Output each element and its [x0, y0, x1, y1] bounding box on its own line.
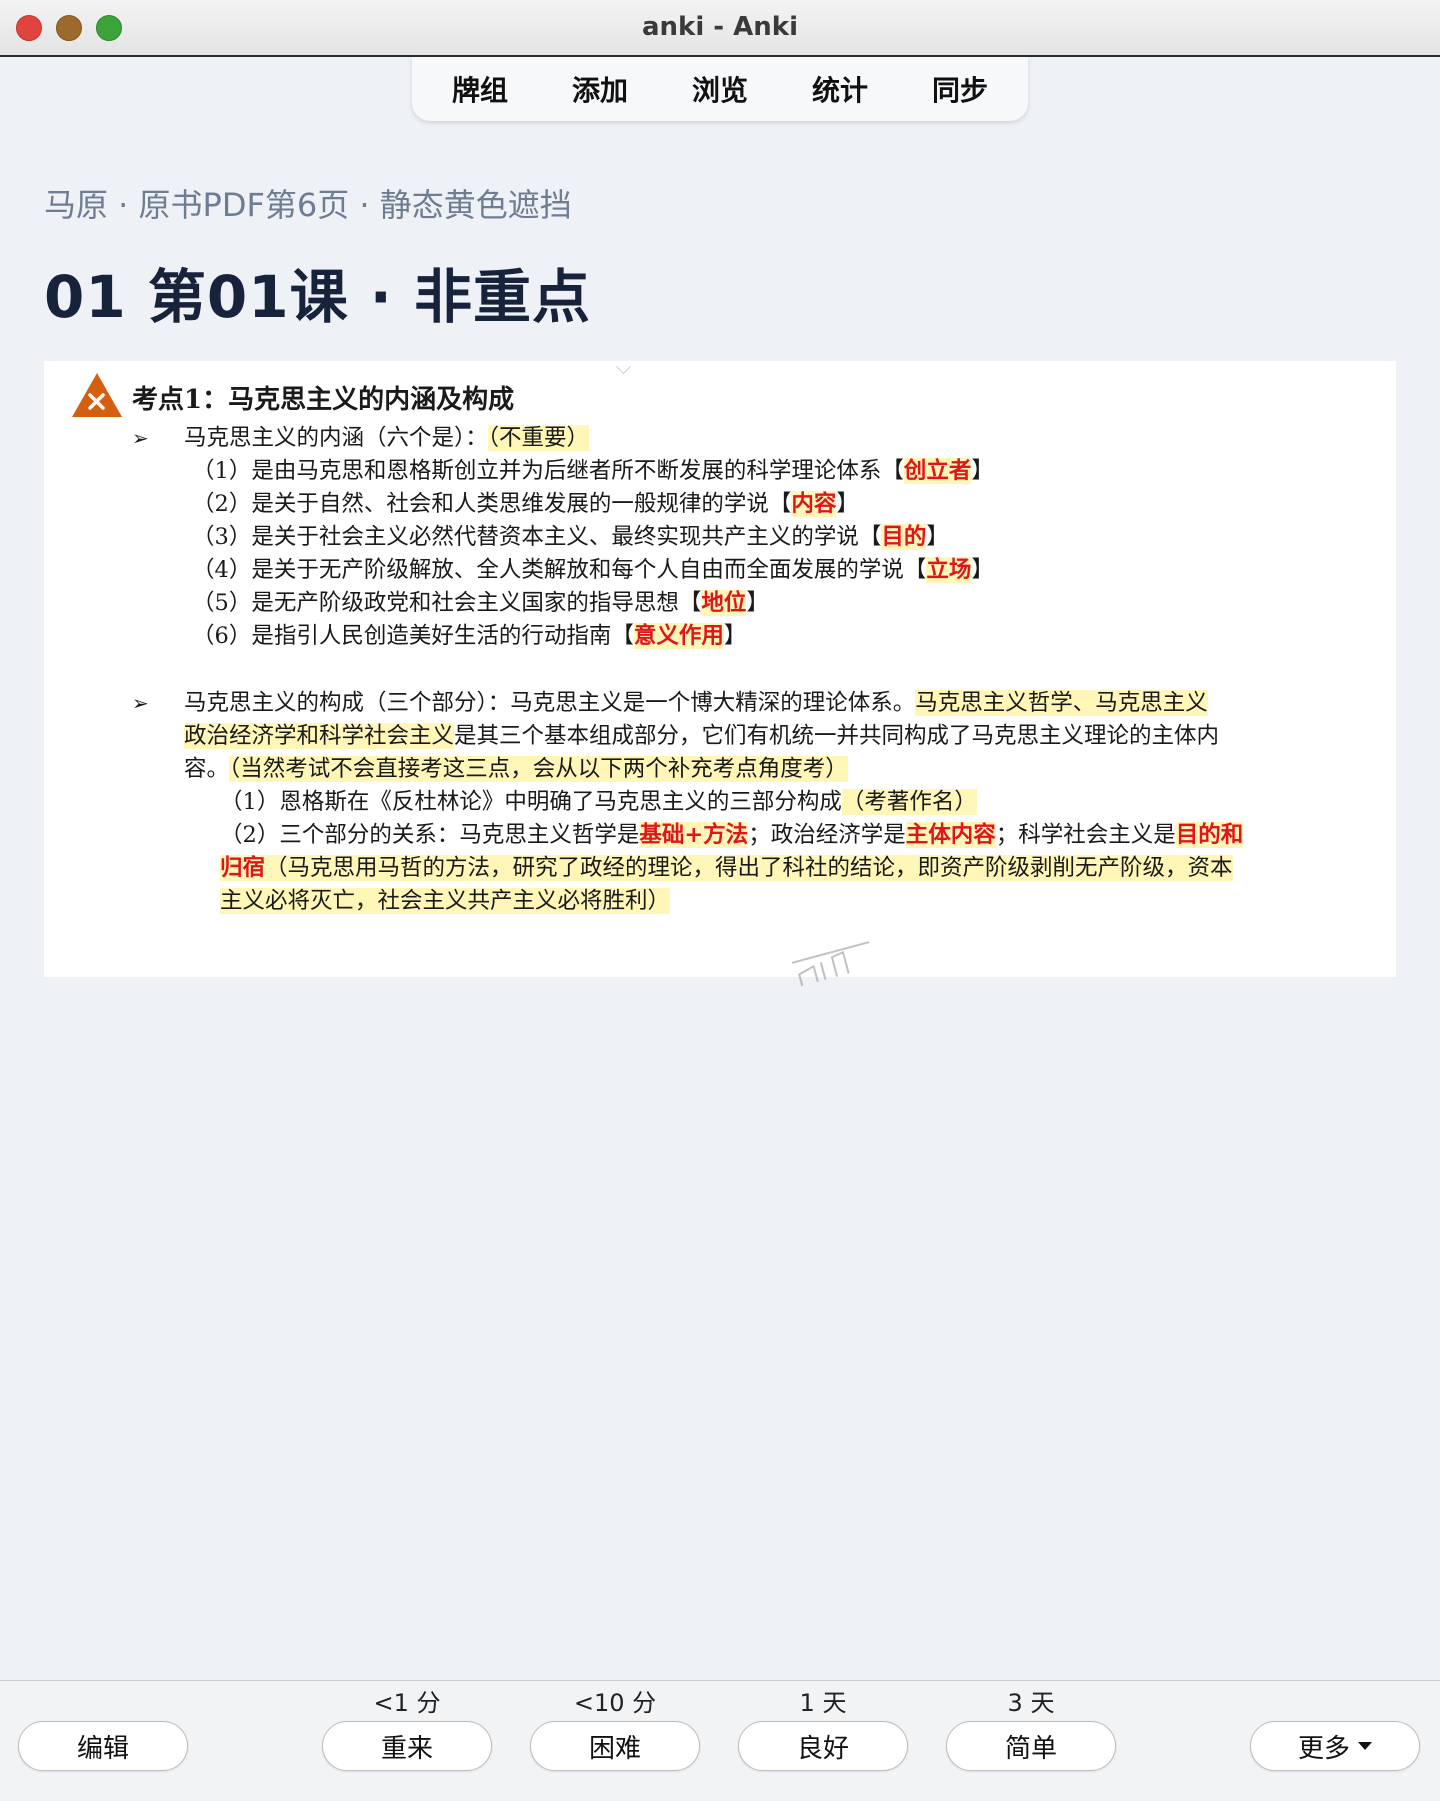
- section2-line: （2）三个部分的关系：马克思主义哲学是基础+方法；政治经济学是主体内容；科学社会…: [220, 822, 1244, 848]
- list-item: （1）是由马克思和恩格斯创立并为后继者所不断发展的科学理论体系【创立者】: [192, 458, 994, 484]
- edit-button[interactable]: 编辑: [18, 1721, 188, 1771]
- list-item: （4）是关于无产阶级解放、全人类解放和每个人自由而全面发展的学说【立场】: [192, 557, 994, 583]
- more-button[interactable]: 更多: [1250, 1721, 1420, 1771]
- window-title: anki - Anki: [642, 12, 798, 42]
- again-button[interactable]: 重来: [322, 1721, 492, 1771]
- bullet-icon: ➢: [132, 691, 149, 715]
- nav-decks[interactable]: 牌组: [420, 69, 540, 109]
- hard-button-label: 困难: [588, 1733, 641, 1764]
- easy-button[interactable]: 简单: [946, 1721, 1116, 1771]
- list-item: （6）是指引人民创造美好生活的行动指南【意义作用】: [192, 623, 747, 649]
- card-title: 01 第01课 · 非重点: [44, 263, 592, 331]
- edit-button-label: 编辑: [76, 1733, 129, 1764]
- list-item: （3）是关于社会主义必然代替资本主义、最终实现共产主义的学说【目的】: [192, 524, 949, 550]
- list-item: （5）是无产阶级政党和社会主义国家的指导思想【地位】: [192, 590, 769, 616]
- card-content: 考点1：马克思主义的内涵及构成 ➢ 马克思主义的内涵（六个是）：（不重要） （1…: [44, 359, 1396, 989]
- section2-line: 政治经济学和科学社会主义是其三个基本组成部分，它们有机统一并共同构成了马克思主义…: [184, 723, 1220, 749]
- again-interval: <1 分: [373, 1689, 441, 1717]
- more-button-label: 更多: [1297, 1733, 1350, 1764]
- section2-line: 马克思主义的构成（三个部分）：马克思主义是一个博大精深的理论体系。马克思主义哲学…: [184, 690, 1208, 716]
- again-button-label: 重来: [380, 1733, 433, 1764]
- hard-interval: <10 分: [573, 1689, 657, 1717]
- nav-browse[interactable]: 浏览: [660, 69, 780, 109]
- hard-button[interactable]: 困难: [530, 1721, 700, 1771]
- bullet-icon: ➢: [132, 426, 149, 450]
- nav-sync[interactable]: 同步: [900, 69, 1020, 109]
- easy-button-label: 简单: [1004, 1733, 1057, 1764]
- answer-bar: [0, 1680, 1440, 1801]
- good-interval: 1 天: [799, 1689, 847, 1717]
- section2-line: （1）恩格斯在《反杜林论》中明确了马克思主义的三部分构成（考著作名）: [220, 789, 977, 815]
- main-toolbar: 牌组 添加 浏览 统计 同步: [412, 57, 1028, 121]
- title-bar: anki - Anki: [0, 0, 1440, 57]
- card-heading: 考点1：马克思主义的内涵及构成: [132, 385, 515, 415]
- easy-interval: 3 天: [1007, 1689, 1055, 1717]
- nav-stats[interactable]: 统计: [780, 69, 900, 109]
- section2-line: 容。（当然考试不会直接考这三点，会从以下两个补充考点角度考）: [184, 756, 848, 782]
- good-button[interactable]: 良好: [738, 1721, 908, 1771]
- good-button-label: 良好: [796, 1733, 849, 1764]
- deck-breadcrumb: 马原 · 原书PDF第6页 · 静态黄色遮挡: [44, 186, 572, 224]
- section1-intro: 马克思主义的内涵（六个是）：（不重要）: [184, 425, 590, 451]
- chevron-down-icon: [1358, 1742, 1372, 1750]
- section2-line: 归宿（马克思用马哲的方法，研究了政经的理论，得出了科社的结论，即资产阶级剥削无产…: [220, 855, 1233, 881]
- nav-add[interactable]: 添加: [540, 69, 660, 109]
- section2-line: 主义必将灭亡，社会主义共产主义必将胜利）: [220, 888, 671, 914]
- list-item: （2）是关于自然、社会和人类思维发展的一般规律的学说【内容】: [192, 491, 859, 517]
